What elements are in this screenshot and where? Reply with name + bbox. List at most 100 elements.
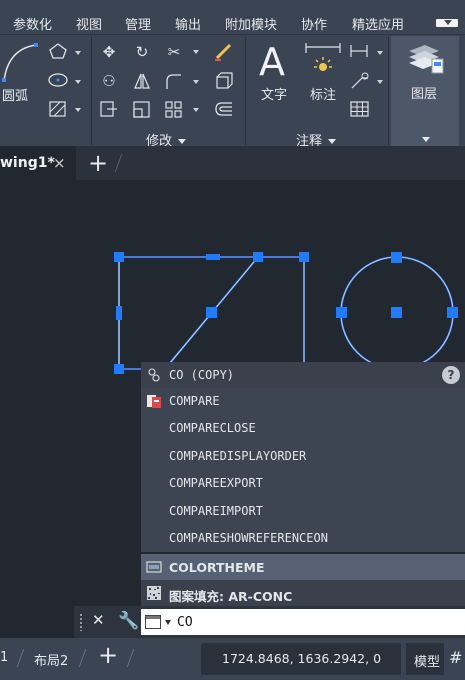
document-tab-bar: wing1* × + [0,146,465,180]
ribbon-separator [388,37,389,145]
autocomplete-item-selected[interactable]: COLORTHEME [141,554,465,580]
layers-panel-arrow[interactable] [422,137,430,142]
ribbon-separator [91,37,92,145]
linear-dim-icon[interactable] [349,43,371,59]
menu-view[interactable]: 视图 [76,14,102,33]
fillet-dropdown-arrow[interactable] [193,80,199,84]
compare-icon [147,395,161,408]
autocomplete-item-label: COMPAREDISPLAYORDER [169,449,307,463]
layers-label: 图层 [411,87,438,102]
wrench-icon[interactable]: 🔧 [118,611,139,631]
menu-addins[interactable]: 附加模块 [225,14,277,33]
command-prompt-icon[interactable] [145,615,161,629]
hatch-icon[interactable] [47,99,69,119]
menu-manage[interactable]: 管理 [125,14,151,33]
move-icon[interactable]: ✥ [98,41,120,63]
hatch-dropdown-arrow[interactable] [75,108,81,112]
autocomplete-item-label: 图案填充: AR-CONC [169,589,293,604]
text-label[interactable]: 文字 [261,84,287,103]
explode-icon[interactable] [213,71,235,91]
menu-overflow-button[interactable] [436,19,458,27]
document-tab-label: wing1* [0,155,55,171]
scale-icon[interactable] [131,99,153,119]
linear-dim-dropdown-arrow[interactable] [377,51,383,55]
tab-divider [16,649,25,667]
drag-handle-icon[interactable] [79,613,83,631]
svg-text:A: A [259,41,285,81]
mirror-icon[interactable] [131,71,153,91]
copy-icon [148,368,160,382]
autocomplete-item-label: COMPARECLOSE [169,421,256,435]
layers-icon [409,45,444,74]
hatch-pattern-icon [147,586,161,600]
polygon-dropdown-arrow[interactable] [75,51,81,55]
layers-panel[interactable]: 图层 [391,36,459,147]
command-autocomplete-list: CO (COPY) ? COMPARE COMPARECLOSE COMPARE… [141,362,465,606]
ellipse-dropdown-arrow[interactable] [75,80,81,84]
coordinate-display[interactable]: 1724.8468, 1636.2942, 0 [201,643,401,675]
autocomplete-item[interactable]: CO (COPY) ? [141,362,465,388]
tab-divider [126,649,135,667]
autocomplete-item[interactable]: COMPAREIMPORT [141,498,465,525]
grid-icon[interactable]: # [449,648,465,670]
array-icon[interactable] [163,99,185,119]
circle-geometry[interactable] [336,252,458,370]
color-theme-icon [146,561,162,573]
fillet-icon[interactable] [163,71,185,91]
autocomplete-item[interactable]: 图案填充: AR-CONC [141,580,465,606]
model-space-label: 模型 [414,655,441,670]
menu-collaborate[interactable]: 协作 [301,14,327,33]
compare-group: COMPARE COMPARECLOSE COMPAREDISPLAYORDER… [141,388,465,552]
menu-output[interactable]: 输出 [175,14,201,33]
modify-panel-arrow [178,139,187,144]
menu-parametric[interactable]: 参数化 [13,14,52,33]
close-icon[interactable]: ✕ [92,611,105,629]
command-line: ✕ 🔧 CO [74,606,465,638]
text-icon[interactable]: A [257,41,291,81]
menu-bar: 参数化 视图 管理 输出 附加模块 协作 精选应用 [0,0,465,34]
command-history-dropdown-icon[interactable] [165,620,171,625]
autocomplete-item[interactable]: COMPARECLOSE [141,415,465,442]
command-input[interactable]: CO [141,609,465,635]
leader-icon[interactable] [349,71,371,91]
model-space-button[interactable]: 模型 [406,643,444,675]
ribbon: 圆弧 ✥ ↻ ✂ ⚇ 修改 A 文字 标注 注释 图层 [0,34,465,149]
ribbon-separator [245,37,246,145]
new-layout-button[interactable]: + [98,641,118,669]
autocomplete-item[interactable]: COMPARESHOWREFERENCEON [141,525,465,552]
layout-tab-2[interactable]: 布局2 [34,650,68,669]
polygon-icon[interactable] [47,42,69,60]
arc-label[interactable]: 圆弧 [2,85,28,104]
copy-icon[interactable]: ⚇ [98,70,120,92]
autocomplete-item-label: COMPAREEXPORT [169,476,263,490]
rotate-icon[interactable]: ↻ [131,41,153,63]
trim-dropdown-arrow[interactable] [193,50,199,54]
grip[interactable] [114,252,309,374]
tab-divider [114,154,123,172]
stretch-icon[interactable] [98,99,120,119]
autocomplete-item-label: COMPARESHOWREFERENCEON [169,531,328,545]
erase-icon[interactable] [213,42,235,62]
ellipse-icon[interactable] [47,71,69,89]
leader-dropdown-arrow[interactable] [377,80,383,84]
autocomplete-item[interactable]: COMPARE [141,388,465,415]
command-input-value: CO [177,615,193,630]
table-icon[interactable] [349,99,371,119]
autocomplete-item-label: COMPAREIMPORT [169,504,263,518]
help-icon[interactable]: ? [442,366,460,384]
array-dropdown-arrow[interactable] [193,108,199,112]
menu-featured-apps[interactable]: 精选应用 [352,14,404,33]
autocomplete-item-label: COLORTHEME [169,560,265,575]
arc-icon[interactable] [2,41,38,83]
document-tab[interactable]: wing1* × [0,146,76,180]
close-icon[interactable]: × [53,154,66,172]
new-tab-button[interactable]: + [88,149,108,177]
autocomplete-item[interactable]: COMPAREDISPLAYORDER [141,443,465,470]
autocomplete-item[interactable]: COMPAREEXPORT [141,470,465,497]
trim-icon[interactable]: ✂ [163,41,185,63]
layout-tab-1[interactable]: 1 [0,650,8,665]
offset-icon[interactable] [213,99,235,119]
dimension-icon[interactable] [303,41,343,81]
dimension-label[interactable]: 标注 [310,84,336,103]
coordinate-readout: 1724.8468, 1636.2942, 0 [222,651,382,666]
